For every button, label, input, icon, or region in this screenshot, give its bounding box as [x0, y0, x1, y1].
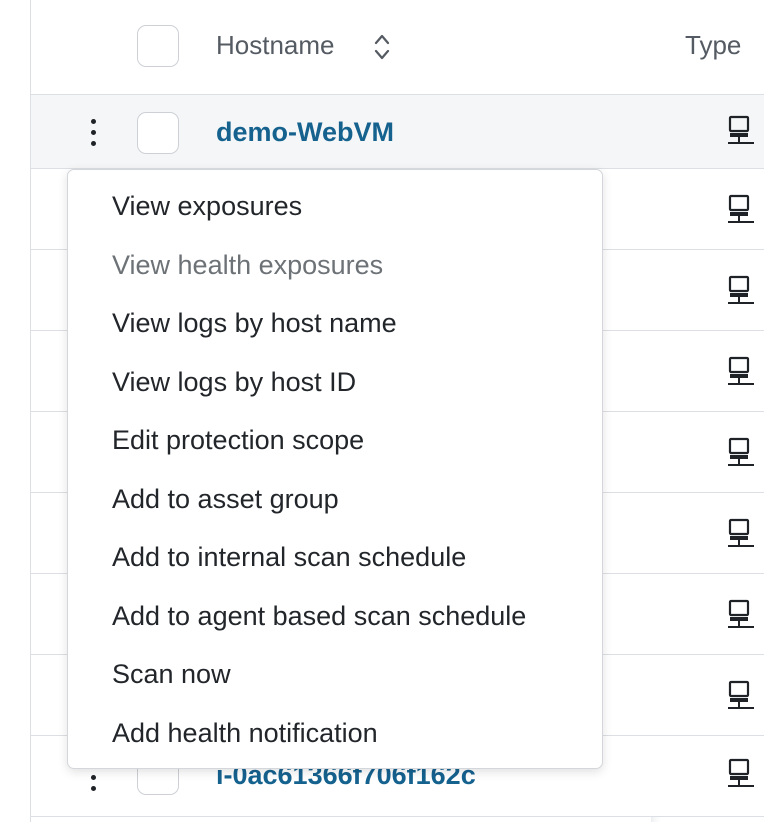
menu-item-add-health-notification[interactable]: Add health notification — [68, 709, 602, 768]
computer-icon — [726, 115, 756, 149]
column-header-hostname[interactable]: Hostname — [216, 30, 335, 61]
menu-item-view-health-exposures: View health exposures — [112, 249, 384, 280]
menu-item-edit-protection-scope[interactable]: Edit protection scope — [68, 416, 602, 475]
computer-icon — [726, 437, 756, 471]
kebab-menu-icon[interactable] — [87, 119, 99, 149]
computer-icon — [726, 356, 756, 390]
row-actions-menu: View exposures View health exposures Vie… — [67, 169, 603, 769]
sort-icon[interactable] — [371, 30, 393, 69]
menu-item-view-logs-by-host-id[interactable]: View logs by host ID — [68, 358, 602, 417]
menu-item-add-to-internal-scan-schedule[interactable]: Add to internal scan schedule — [68, 533, 602, 592]
table-row[interactable]: demo-WebVM — [31, 95, 764, 169]
menu-item-view-logs-by-host-name[interactable]: View logs by host name — [68, 299, 602, 358]
select-all-checkbox[interactable] — [137, 25, 179, 67]
computer-icon — [726, 518, 756, 552]
menu-item-view-exposures[interactable]: View exposures — [68, 182, 602, 241]
table-header-row: Hostname Type — [31, 0, 764, 95]
computer-icon — [726, 275, 756, 309]
menu-item-add-to-agent-based-scan-schedule[interactable]: Add to agent based scan schedule — [68, 592, 602, 651]
computer-icon — [726, 194, 756, 228]
menu-item-scan-now[interactable]: Scan now — [68, 650, 602, 709]
column-header-type[interactable]: Type — [685, 30, 741, 61]
computer-icon — [726, 758, 756, 792]
hostname-link[interactable]: demo-WebVM — [216, 117, 394, 148]
computer-icon — [726, 680, 756, 714]
row-checkbox[interactable] — [137, 112, 179, 154]
computer-icon — [726, 599, 756, 633]
menu-item-add-to-asset-group[interactable]: Add to asset group — [68, 475, 602, 534]
